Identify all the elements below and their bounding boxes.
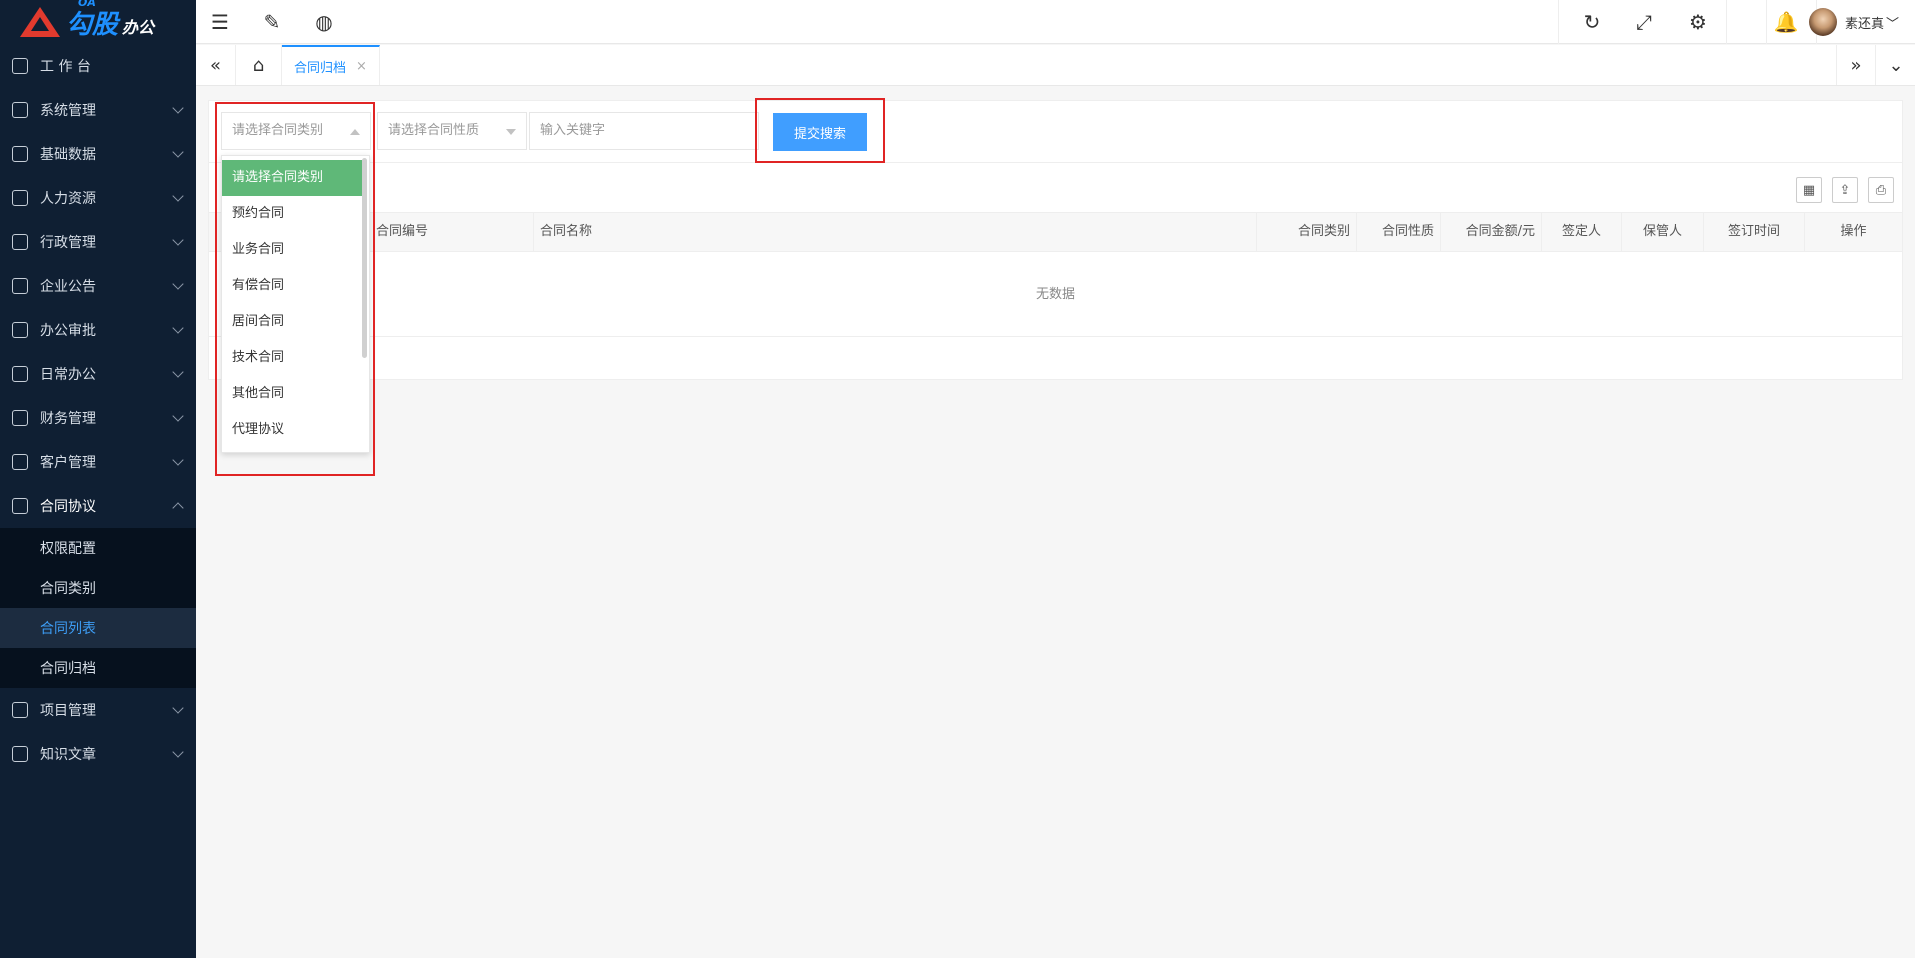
tabbar: « ⌂ 合同归档 × » ⌄ bbox=[196, 45, 1915, 86]
table-header: 合同编号 合同名称 合同类别 合同性质 合同金额/元 签定人 保管人 签订时间 … bbox=[209, 212, 1902, 252]
contract-icon bbox=[12, 498, 28, 514]
sidebar-subitem-archive[interactable]: 合同归档 bbox=[0, 648, 196, 688]
sidebar-item-basedata[interactable]: 基础数据 bbox=[0, 132, 196, 176]
system-icon bbox=[12, 102, 28, 118]
chevron-down-icon[interactable]: ⌄ bbox=[1876, 45, 1915, 85]
caret-down-icon bbox=[506, 129, 516, 135]
export-icon[interactable]: ⇪ bbox=[1832, 177, 1858, 203]
col-nature: 合同性质 bbox=[1356, 213, 1440, 251]
sidebar-item-finance[interactable]: 财务管理 bbox=[0, 396, 196, 440]
highlight-box-search bbox=[755, 98, 885, 163]
empty-state: 无数据 bbox=[209, 253, 1902, 337]
col-date: 签订时间 bbox=[1703, 213, 1804, 251]
tab-contract-archive[interactable]: 合同归档 × bbox=[282, 45, 380, 85]
dashboard-icon bbox=[12, 58, 28, 74]
logo-triangle-icon bbox=[20, 7, 60, 37]
scroll-left-icon[interactable]: « bbox=[196, 45, 236, 85]
col-actions: 操作 bbox=[1804, 213, 1902, 251]
sidebar-subitem-permission[interactable]: 权限配置 bbox=[0, 528, 196, 568]
chevron-down-icon bbox=[172, 190, 184, 202]
chevron-up-icon bbox=[172, 502, 184, 514]
chevron-down-icon bbox=[172, 322, 184, 334]
sidebar-item-hr[interactable]: 人力资源 bbox=[0, 176, 196, 220]
chevron-down-icon bbox=[172, 366, 184, 378]
customer-icon bbox=[12, 454, 28, 470]
chevron-down-icon bbox=[172, 102, 184, 114]
sidebar-subitem-list[interactable]: 合同列表 bbox=[0, 608, 196, 648]
sidebar: OA 勾股 办公 工 作 台 系统管理 基础数据 人力资源 行政管理 企业公告 办… bbox=[0, 0, 196, 958]
sidebar-item-workbench[interactable]: 工 作 台 bbox=[0, 44, 196, 88]
sidebar-subitem-category[interactable]: 合同类别 bbox=[0, 568, 196, 608]
sidebar-item-article[interactable]: 知识文章 bbox=[0, 732, 196, 776]
globe-icon[interactable]: ◍ bbox=[300, 0, 348, 44]
gear-icon[interactable]: ⚙ bbox=[1674, 0, 1722, 44]
main-panel: 请选择合同类别 请选择合同性质 输入关键字 提交搜索 ▦ ⇪ ⎙ 合同编号 合同… bbox=[208, 100, 1903, 380]
col-amount: 合同金额/元 bbox=[1440, 213, 1541, 251]
print-icon[interactable]: ⎙ bbox=[1868, 177, 1894, 203]
user-menu[interactable]: 素还真 ﹀ bbox=[1808, 0, 1899, 44]
sidebar-item-customer[interactable]: 客户管理 bbox=[0, 440, 196, 484]
database-icon bbox=[12, 146, 28, 162]
calendar-icon bbox=[12, 366, 28, 382]
bell-icon[interactable]: 🔔 bbox=[1762, 0, 1810, 44]
chevron-down-icon bbox=[172, 746, 184, 758]
refresh-icon[interactable]: ↻ bbox=[1568, 0, 1616, 44]
col-category: 合同类别 bbox=[1256, 213, 1356, 251]
approval-icon bbox=[12, 322, 28, 338]
col-signer: 签定人 bbox=[1541, 213, 1621, 251]
brush-icon[interactable]: ✎ bbox=[248, 0, 296, 44]
chevron-down-icon bbox=[172, 454, 184, 466]
sidebar-item-notice[interactable]: 企业公告 bbox=[0, 264, 196, 308]
article-icon bbox=[12, 746, 28, 762]
contract-submenu: 权限配置 合同类别 合同列表 合同归档 bbox=[0, 528, 196, 688]
highlight-box-category bbox=[215, 102, 375, 476]
project-icon bbox=[12, 702, 28, 718]
menu-toggle-icon[interactable]: ☰ bbox=[196, 0, 244, 44]
filter-row: 请选择合同类别 请选择合同性质 输入关键字 提交搜索 bbox=[209, 101, 1902, 163]
logo-oa: OA bbox=[78, 0, 96, 9]
col-keeper: 保管人 bbox=[1621, 213, 1703, 251]
scroll-right-icon[interactable]: » bbox=[1836, 45, 1876, 85]
logo-sub: 办公 bbox=[122, 18, 155, 37]
fullscreen-icon[interactable]: ⤢ bbox=[1620, 0, 1668, 44]
sidebar-item-system[interactable]: 系统管理 bbox=[0, 88, 196, 132]
bell-icon bbox=[12, 278, 28, 294]
col-number: 合同编号 bbox=[369, 213, 526, 251]
sidebar-item-admin[interactable]: 行政管理 bbox=[0, 220, 196, 264]
nature-select[interactable]: 请选择合同性质 bbox=[377, 112, 527, 150]
admin-icon bbox=[12, 234, 28, 250]
logo-brand: 勾股 bbox=[66, 9, 119, 40]
chevron-down-icon bbox=[172, 146, 184, 158]
home-icon[interactable]: ⌂ bbox=[236, 45, 282, 85]
chevron-down-icon bbox=[172, 278, 184, 290]
sidebar-item-project[interactable]: 项目管理 bbox=[0, 688, 196, 732]
hr-icon bbox=[12, 190, 28, 206]
table-toolbar: ▦ ⇪ ⎙ bbox=[1796, 177, 1894, 203]
sidebar-item-approval[interactable]: 办公审批 bbox=[0, 308, 196, 352]
finance-icon bbox=[12, 410, 28, 426]
col-name: 合同名称 bbox=[533, 213, 1258, 251]
avatar bbox=[1808, 8, 1837, 36]
topbar: ☰ ✎ ◍ ↻ ⤢ ⚙ 🔔 素还真 ﹀ bbox=[196, 0, 1915, 44]
chevron-down-icon: ﹀ bbox=[1885, 16, 1899, 32]
sidebar-item-contract[interactable]: 合同协议 bbox=[0, 484, 196, 528]
chevron-down-icon bbox=[172, 410, 184, 422]
keyword-input[interactable]: 输入关键字 bbox=[529, 112, 759, 150]
close-icon[interactable]: × bbox=[356, 59, 367, 74]
chevron-down-icon bbox=[172, 234, 184, 246]
columns-icon[interactable]: ▦ bbox=[1796, 177, 1822, 203]
chevron-down-icon bbox=[172, 702, 184, 714]
sidebar-item-daily[interactable]: 日常办公 bbox=[0, 352, 196, 396]
logo: OA 勾股 办公 bbox=[0, 0, 196, 44]
user-name: 素还真 bbox=[1844, 16, 1884, 32]
